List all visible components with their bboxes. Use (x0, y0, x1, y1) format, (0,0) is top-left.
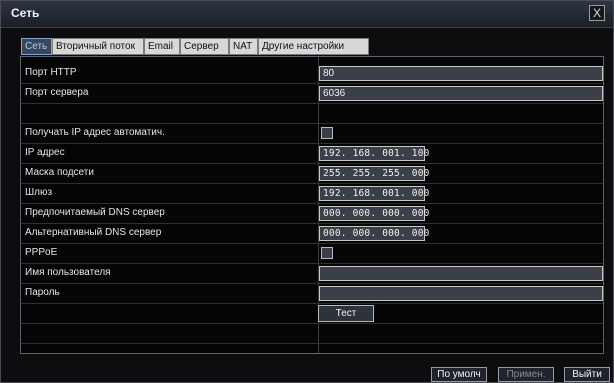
tab-other-settings[interactable]: Другие настройки (258, 38, 369, 55)
tab-server[interactable]: Сервер (180, 38, 229, 55)
auto-ip-checkbox[interactable] (321, 127, 333, 139)
network-settings-window: Сеть X Сеть Вторичный поток Email Сервер… (0, 0, 614, 383)
server-port-input[interactable]: 6036 (319, 86, 603, 101)
tab-nat[interactable]: NAT (229, 38, 258, 55)
row-auto-ip: Получать IP адрес автоматич. (21, 124, 603, 144)
tab-email[interactable]: Email (144, 38, 180, 55)
password-label: Пароль (25, 287, 60, 298)
alternate-dns-label: Альтернативный DNS сервер (25, 227, 162, 238)
row-password: Пароль (21, 284, 603, 304)
server-port-label: Порт сервера (25, 87, 89, 98)
row-gateway: Шлюз 192. 168. 001. 000 (21, 184, 603, 204)
row-empty-1 (21, 324, 603, 344)
row-http-port: Порт HTTP 80 (21, 64, 603, 84)
exit-button[interactable]: Выйти (564, 367, 610, 382)
http-port-input[interactable]: 80 (319, 66, 603, 81)
subnet-mask-input[interactable]: 255. 255. 255. 000 (319, 166, 429, 181)
http-port-label: Порт HTTP (25, 67, 77, 78)
tab-secondary-stream[interactable]: Вторичный поток (52, 38, 144, 55)
username-input[interactable] (319, 266, 603, 281)
row-server-port: Порт сервера 6036 (21, 84, 603, 104)
gateway-label: Шлюз (25, 187, 53, 198)
gateway-input[interactable]: 192. 168. 001. 000 (319, 186, 429, 201)
row-username: Имя пользователя (21, 264, 603, 284)
row-ip-address: IP адрес 192. 168. 001. 100 (21, 144, 603, 164)
ip-address-label: IP адрес (25, 147, 65, 158)
row-subnet-mask: Маска подсети 255. 255. 255. 000 (21, 164, 603, 184)
row-blank (21, 104, 603, 124)
subnet-mask-label: Маска подсети (25, 167, 94, 178)
row-alternate-dns: Альтернативный DNS сервер 000. 000. 000.… (21, 224, 603, 244)
settings-panel: Порт HTTP 80 Порт сервера 6036 Получать … (20, 56, 604, 354)
row-test: Тест (21, 304, 603, 324)
password-input[interactable] (319, 286, 603, 301)
ip-address-input[interactable]: 192. 168. 001. 100 (319, 146, 429, 161)
window-title: Сеть (11, 6, 40, 20)
tab-network[interactable]: Сеть (21, 38, 52, 55)
default-button[interactable]: По умолч (431, 367, 487, 382)
username-label: Имя пользователя (25, 267, 111, 278)
pppoe-checkbox[interactable] (321, 247, 333, 259)
row-preferred-dns: Предпочитаемый DNS сервер 000. 000. 000.… (21, 204, 603, 224)
close-icon[interactable]: X (589, 5, 605, 21)
test-button[interactable]: Тест (318, 305, 374, 322)
preferred-dns-input[interactable]: 000. 000. 000. 000 (319, 206, 429, 221)
preferred-dns-label: Предпочитаемый DNS сервер (25, 207, 165, 218)
apply-button[interactable]: Примен. (498, 367, 554, 382)
title-bar: Сеть X (1, 1, 613, 28)
alternate-dns-input[interactable]: 000. 000. 000. 000 (319, 226, 429, 241)
pppoe-label: PPPoE (25, 247, 58, 258)
auto-ip-label: Получать IP адрес автоматич. (25, 127, 165, 138)
row-pppoe: PPPoE (21, 244, 603, 264)
